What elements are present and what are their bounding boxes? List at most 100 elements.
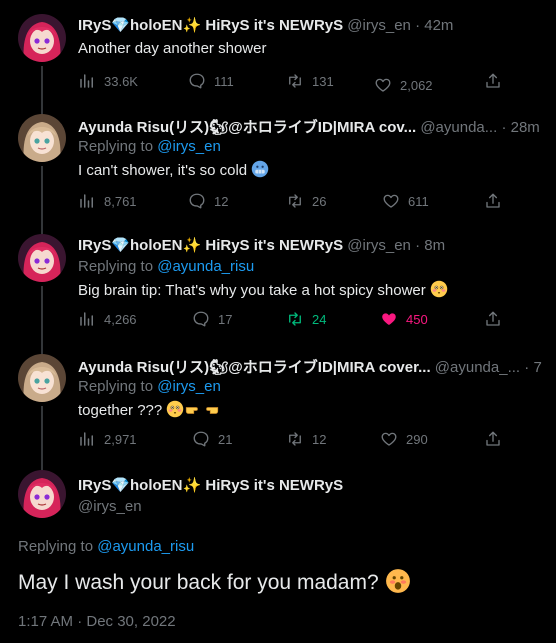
mention-link[interactable]: @irys_en: [157, 378, 221, 395]
reply-button[interactable]: 111: [188, 72, 234, 90]
share-icon: [484, 192, 502, 210]
views-button[interactable]: 2,971: [78, 430, 137, 448]
reply-count: 17: [218, 311, 233, 327]
replying-to: Replying to @ayunda_risu: [18, 538, 194, 555]
like-button[interactable]: 290: [380, 430, 428, 448]
action-bar: 4,266 17 24 450: [78, 310, 510, 330]
views-button[interactable]: 8,761: [78, 192, 137, 210]
tweet-text-content: I can't shower, it's so cold: [78, 162, 248, 179]
display-name[interactable]: IRyS💎holoEN✨ HiRyS it's NEWRyS: [78, 237, 343, 254]
views-icon: [78, 192, 96, 210]
display-name[interactable]: IRyS💎holoEN✨ HiRyS it's NEWRyS: [78, 17, 343, 34]
tweet-text: together ???: [78, 400, 220, 419]
share-button[interactable]: [484, 72, 502, 90]
handle[interactable]: @ayunda...: [420, 119, 497, 136]
tweet-header: IRyS💎holoEN✨ HiRyS it's NEWRyS @irys_en …: [78, 236, 542, 254]
like-count: 2,062: [400, 77, 433, 93]
views-count: 33.6K: [104, 73, 138, 89]
tweet-3[interactable]: IRyS💎holoEN✨ HiRyS it's NEWRyS @irys_en …: [0, 230, 556, 350]
tweet-text: I can't shower, it's so cold: [78, 160, 269, 179]
handle[interactable]: @irys_en: [78, 498, 142, 515]
action-bar: 8,761 12 26 611: [78, 192, 510, 212]
like-icon: [382, 192, 400, 210]
reply-count: 111: [214, 73, 234, 89]
avatar[interactable]: [18, 14, 66, 62]
avatar[interactable]: [18, 354, 66, 402]
share-button[interactable]: [484, 430, 502, 448]
handle[interactable]: @irys_en: [347, 17, 411, 34]
avatar[interactable]: [18, 234, 66, 282]
retweet-button[interactable]: 12: [286, 430, 326, 448]
share-button[interactable]: [484, 192, 502, 210]
share-icon: [484, 430, 502, 448]
tweet-text-content: together ???: [78, 402, 163, 419]
retweet-count: 131: [312, 73, 334, 89]
like-button[interactable]: 450: [380, 310, 428, 328]
retweet-icon: [286, 72, 304, 90]
reply-icon: [192, 310, 210, 328]
like-filled-icon: [380, 310, 398, 328]
tweet-header: Ayunda Risu(リス)🐿@ホロライブID|MIRA cover... @…: [78, 356, 542, 377]
tweet-text: Another day another shower: [78, 40, 267, 57]
views-button[interactable]: 4,266: [78, 310, 137, 328]
replying-label: Replying to: [78, 138, 154, 155]
reply-button[interactable]: 12: [188, 192, 228, 210]
tweet-text-content: May I wash your back for you madam?: [18, 571, 379, 594]
separator-dot: ·: [415, 17, 421, 34]
mention-link[interactable]: @ayunda_risu: [157, 258, 254, 275]
views-icon: [78, 430, 96, 448]
views-count: 8,761: [104, 193, 137, 209]
timestamp[interactable]: 7m: [533, 359, 542, 376]
tweet-1[interactable]: IRyS💎holoEN✨ HiRyS it's NEWRyS @irys_en …: [0, 0, 556, 118]
views-icon: [78, 72, 96, 90]
like-count: 290: [406, 431, 428, 447]
retweet-button[interactable]: 26: [286, 192, 326, 210]
replying-to: Replying to @irys_en: [78, 138, 221, 155]
replying-to: Replying to @ayunda_risu: [78, 258, 254, 275]
reply-count: 21: [218, 431, 233, 447]
timestamp[interactable]: 28m: [511, 119, 540, 136]
tweet-header: Ayunda Risu(リス)🐿@ホロライブID|MIRA cov... @ay…: [78, 116, 542, 137]
retweet-icon: [286, 430, 304, 448]
display-name[interactable]: IRyS💎holoEN✨ HiRyS it's NEWRyS: [78, 476, 343, 494]
like-count: 450: [406, 311, 428, 327]
reply-button[interactable]: 21: [192, 430, 232, 448]
thread-line: [41, 286, 43, 350]
timestamp-date[interactable]: 1:17 AM · Dec 30, 2022: [18, 613, 176, 630]
timestamp[interactable]: 42m: [424, 17, 453, 34]
avatar[interactable]: [18, 114, 66, 162]
reply-icon: [188, 72, 206, 90]
tweet-4[interactable]: Ayunda Risu(リス)🐿@ホロライブID|MIRA cover... @…: [0, 350, 556, 468]
tweet-2[interactable]: Ayunda Risu(リス)🐿@ホロライブID|MIRA cov... @ay…: [0, 110, 556, 230]
views-count: 4,266: [104, 311, 137, 327]
reply-icon: [188, 192, 206, 210]
retweet-button[interactable]: 131: [286, 72, 334, 90]
views-button[interactable]: 33.6K: [78, 72, 138, 90]
display-name[interactable]: Ayunda Risu(リス)🐿@ホロライブID|MIRA cov...: [78, 119, 416, 136]
mention-link[interactable]: @irys_en: [157, 138, 221, 155]
separator-dot: ·: [501, 119, 507, 136]
share-button[interactable]: [484, 310, 502, 328]
action-bar: 2,971 21 12 290: [78, 430, 510, 450]
pointing-left-emoji: [202, 400, 220, 418]
replying-label: Replying to: [78, 378, 154, 395]
timestamp[interactable]: 8m: [424, 237, 445, 254]
retweet-button[interactable]: 24: [286, 310, 326, 328]
views-icon: [78, 310, 96, 328]
reply-button[interactable]: 17: [192, 310, 232, 328]
retweet-icon: [286, 310, 304, 328]
share-icon: [484, 72, 502, 90]
reply-icon: [192, 430, 210, 448]
share-icon: [484, 310, 502, 328]
like-button[interactable]: 611: [382, 192, 429, 210]
like-button[interactable]: 2,062: [374, 76, 433, 94]
handle[interactable]: @irys_en: [347, 237, 411, 254]
handle[interactable]: @ayunda_...: [435, 359, 520, 376]
mention-link[interactable]: @ayunda_risu: [97, 538, 194, 555]
flushed-face-emoji: [166, 400, 184, 418]
like-count: 611: [408, 193, 429, 209]
avatar[interactable]: [18, 470, 66, 518]
pointing-right-emoji: [184, 400, 202, 418]
display-name[interactable]: Ayunda Risu(リス)🐿@ホロライブID|MIRA cover...: [78, 359, 431, 376]
separator-dot: ·: [524, 359, 530, 376]
